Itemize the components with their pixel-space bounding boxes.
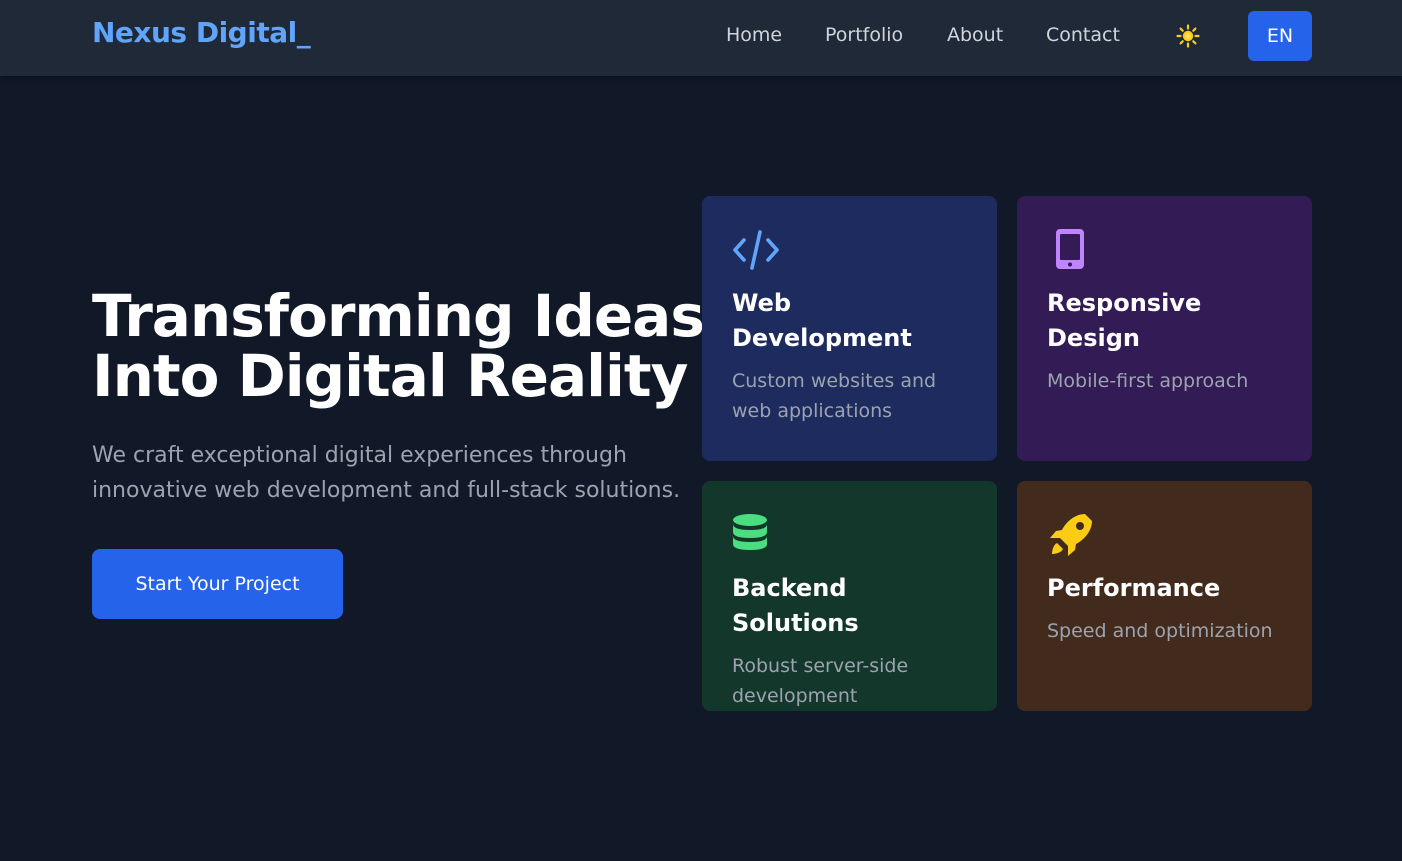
rocket-icon bbox=[1050, 514, 1092, 556]
hero-title-line2: Into Digital Reality bbox=[92, 342, 688, 410]
database-icon bbox=[733, 514, 767, 550]
hero-title: Transforming Ideas Into Digital Reality bbox=[92, 286, 712, 406]
card-description: Robust server-side development bbox=[732, 655, 909, 707]
navbar: Nexus Digital_ Home Portfolio About Cont… bbox=[0, 0, 1402, 76]
card-title: Backend Solutions bbox=[732, 574, 859, 637]
service-card-backend-solutions[interactable]: Backend Solutions Robust server-side dev… bbox=[702, 481, 997, 711]
card-description: Speed and optimization bbox=[1047, 620, 1273, 642]
card-title: Performance bbox=[1047, 574, 1221, 602]
card-title: Responsive Design bbox=[1047, 289, 1202, 352]
nav-link-about[interactable]: About bbox=[947, 24, 1003, 46]
nav-link-contact[interactable]: Contact bbox=[1046, 24, 1120, 46]
logo[interactable]: Nexus Digital_ bbox=[92, 16, 311, 49]
language-button[interactable]: EN bbox=[1248, 11, 1312, 61]
service-card-web-development[interactable]: Web Development Custom websites and web … bbox=[702, 196, 997, 461]
sun-icon[interactable] bbox=[1176, 24, 1200, 48]
start-project-button[interactable]: Start Your Project bbox=[92, 549, 343, 619]
nav-link-home[interactable]: Home bbox=[726, 24, 782, 46]
card-description: Custom websites and web applications bbox=[732, 370, 937, 422]
service-card-responsive-design[interactable]: Responsive Design Mobile-first approach bbox=[1017, 196, 1312, 461]
card-description: Mobile-first approach bbox=[1047, 370, 1249, 392]
service-card-performance[interactable]: Performance Speed and optimization bbox=[1017, 481, 1312, 711]
card-title: Web Development bbox=[732, 289, 912, 352]
nav-link-portfolio[interactable]: Portfolio bbox=[825, 24, 903, 46]
code-icon bbox=[733, 230, 779, 270]
hero-subtitle: We craft exceptional digital experiences… bbox=[92, 443, 681, 503]
mobile-icon bbox=[1056, 229, 1084, 269]
hero-title-line1: Transforming Ideas bbox=[92, 282, 705, 350]
